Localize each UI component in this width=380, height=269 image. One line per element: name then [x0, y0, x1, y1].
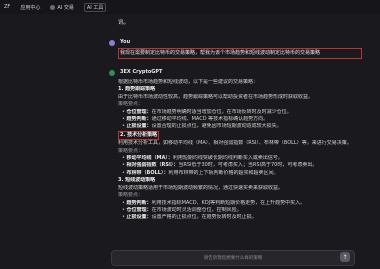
- answer-line-bullet: 趋势判断：通过移动平均线、MACD 等技术指标确认趋势方向。: [118, 116, 366, 123]
- answer-line-bullet: 趋势判断：利用技术指标MACD、KDJ等判断短期价格走势，在上升趋势中买入。: [118, 200, 366, 207]
- tab-app-center[interactable]: 应用中心: [20, 4, 40, 11]
- send-button[interactable]: ↑: [340, 252, 350, 262]
- answer-line-bullet: 仓位管理：在市场波动时灵活调整仓位，控制风险。: [118, 207, 366, 214]
- answer-line-sub: 策略要点：: [118, 192, 144, 199]
- bullet-text: 在市场趋势明确时适当增加仓位，在市场反转时及时减少仓位。: [151, 108, 292, 115]
- bullet-label: 布林带（BOLL）：: [126, 169, 169, 176]
- answer-line-text: 短线波动策略适用于市场短期波动频繁的情况，通过快速买卖来获取收益。: [118, 184, 284, 191]
- answer-line-heading: 2. 技术分析策略: [118, 130, 366, 141]
- tab-home[interactable]: ZF: [4, 4, 10, 10]
- previous-message-tail: 讯。: [118, 20, 130, 26]
- tab-ai-trading-label: AI 交易: [57, 4, 74, 11]
- tab-ai-tools[interactable]: AI 工具: [83, 2, 107, 12]
- chat-input[interactable]: 请告诉我您想要什么样的策略: [111, 250, 355, 266]
- highlighted-heading: 2. 技术分析策略: [118, 130, 160, 141]
- answer-line-bullet: 移动平均线（MA）：利用短期均线突破长期均线判断买入或卖出信号。: [118, 155, 366, 162]
- ai-icon: [50, 4, 56, 10]
- answer-line-text: 由于比特币市场波动性较高，趋势跟踪策略可以帮助投资者在市场趋势形成时获取收益。: [118, 93, 314, 100]
- bullet-label: 仓位管理：: [126, 206, 152, 213]
- answer-line-bullet: 仓位管理：在市场趋势明确时适当增加仓位，在市场反转时及时减少仓位。: [118, 109, 366, 116]
- bullet-label: 趋势判断：: [126, 199, 152, 206]
- bullet-text: 设置严格的止损点位，在趋势反转时及时止损。: [151, 214, 257, 221]
- answer-line-bullet: 相对强弱指数（RSI）：当RSI低于30时，可考虑买入；当RSI高于70时，可考…: [118, 162, 366, 169]
- bullet-label: 仓位管理：: [126, 108, 152, 115]
- bullet-label: 趋势判断：: [126, 116, 152, 123]
- answer-line-text: 根据比特币市场趋势和短线波动，以下是一些建议的交易策略：: [118, 79, 259, 85]
- arrow-up-icon: ↑: [342, 253, 348, 261]
- tab-ai-trading[interactable]: AI 交易: [50, 4, 74, 11]
- answer-line-sub: 策略要点：: [118, 101, 144, 108]
- answer-line-bullet: 布林带（BOLL）：利用布林带的上下轨判断价格的超买和超卖区间。: [118, 170, 366, 177]
- answer-line-sub: 策略要点：: [118, 147, 144, 154]
- bullet-text: 利用短期均线突破长期均线判断买入或卖出信号。: [172, 155, 283, 162]
- bullet-text: 利用布林带的上下轨判断价格的超买和超卖区间。: [168, 169, 279, 176]
- answer-line-bullet: 止损设置：设置严格的止损点位，在趋势反转时及时止损。: [118, 214, 366, 221]
- bullet-label: 止损设置：: [126, 214, 152, 221]
- user-message: 我现在需要制定比特币的交易策略，帮我为该个市场趋势和短线波动制定比特币的交易策略: [118, 48, 362, 59]
- answer-line-bullet: 止损设置：设置合理的止损点位，避免因市场短期波动造成较大损失。: [118, 123, 366, 130]
- bullet-text: 设置合理的止损点位，避免因市场短期波动造成较大损失。: [151, 123, 282, 130]
- user-avatar: [109, 40, 115, 46]
- bot-answer: 根据比特币市场趋势和短线波动，以下是一些建议的交易策略： 1. 趋势跟踪策略 由于比…: [118, 79, 366, 222]
- bullet-label: 相对强弱指数（RSI）：: [126, 162, 179, 169]
- bot-name: 3EX CryptoGPT: [120, 69, 163, 75]
- answer-line-text: 利用技术分析工具，如移动平均线（MA）、相对强弱指数（RSI）、布林带（BOLL…: [118, 140, 352, 147]
- bot-avatar: [109, 70, 115, 76]
- user-name: You: [120, 39, 131, 45]
- bullet-text: 通过移动平均线、MACD 等技术指标确认趋势方向。: [151, 116, 269, 123]
- answer-line-heading: 1. 趋势跟踪策略: [118, 86, 156, 93]
- bullet-text: 当RSI低于30时，可考虑买入；当RSI高于70时，可考虑卖出。: [178, 162, 318, 169]
- bullet-label: 止损设置：: [126, 123, 152, 130]
- bullet-text: 在市场波动时灵活调整仓位，控制风险。: [151, 206, 242, 213]
- answer-line-heading: 3. 短线波动策略: [118, 177, 156, 184]
- chat-input-placeholder: 请告诉我您想要什么样的策略: [203, 256, 263, 261]
- bullet-text: 利用技术指标MACD、KDJ等判断短期价格走势，在上升趋势中买入。: [151, 199, 306, 206]
- top-bar: ZF 应用中心 AI 交易 AI 工具: [0, 0, 380, 14]
- bullet-label: 移动平均线（MA）：: [126, 155, 173, 162]
